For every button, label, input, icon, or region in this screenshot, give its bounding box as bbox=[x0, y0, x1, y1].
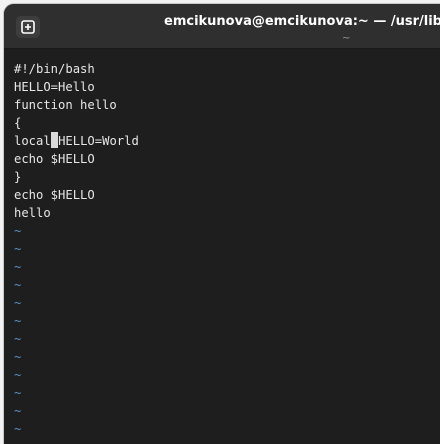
empty-line-marker: ~ bbox=[14, 332, 22, 346]
empty-line-marker: ~ bbox=[14, 278, 22, 292]
text-cursor bbox=[50, 132, 59, 148]
editor-line-9: hello bbox=[14, 206, 51, 220]
window-title: emcikunova@emcikunova:~ — /usr/libexe bbox=[164, 14, 440, 29]
editor-line-4: { bbox=[14, 116, 22, 130]
empty-line-marker: ~ bbox=[14, 368, 22, 382]
editor-line-6: echo $HELLO bbox=[14, 152, 95, 166]
editor-line-2: HELLO=Hello bbox=[14, 80, 95, 94]
editor-line-8: echo $HELLO bbox=[14, 188, 95, 202]
editor-line-1: #!/bin/bash bbox=[14, 62, 95, 76]
empty-line-marker: ~ bbox=[14, 242, 22, 256]
empty-line-marker: ~ bbox=[14, 386, 22, 400]
terminal-window: emcikunova@emcikunova:~ — /usr/libexe ~ … bbox=[4, 4, 440, 444]
empty-line-marker: ~ bbox=[14, 314, 22, 328]
empty-line-marker: ~ bbox=[14, 224, 22, 238]
empty-line-marker: ~ bbox=[14, 296, 22, 310]
new-tab-button[interactable] bbox=[16, 16, 40, 38]
plus-in-square-icon bbox=[21, 20, 35, 34]
editor-line-5-after-cursor: HELLO=World bbox=[58, 134, 139, 148]
empty-line-marker: ~ bbox=[14, 260, 22, 274]
terminal-content[interactable]: #!/bin/bash HELLO=Hello function hello {… bbox=[4, 49, 440, 444]
editor-line-7: } bbox=[14, 170, 22, 184]
empty-line-marker: ~ bbox=[14, 404, 22, 418]
editor-line-5-before-cursor: local bbox=[14, 134, 51, 148]
empty-line-marker: ~ bbox=[14, 422, 22, 436]
editor-line-3: function hello bbox=[14, 98, 117, 112]
empty-line-marker: ~ bbox=[14, 350, 22, 364]
editor-line-5: local HELLO=World bbox=[14, 132, 440, 150]
title-bar: emcikunova@emcikunova:~ — /usr/libexe ~ bbox=[4, 4, 440, 49]
window-subtitle: ~ bbox=[342, 33, 351, 44]
